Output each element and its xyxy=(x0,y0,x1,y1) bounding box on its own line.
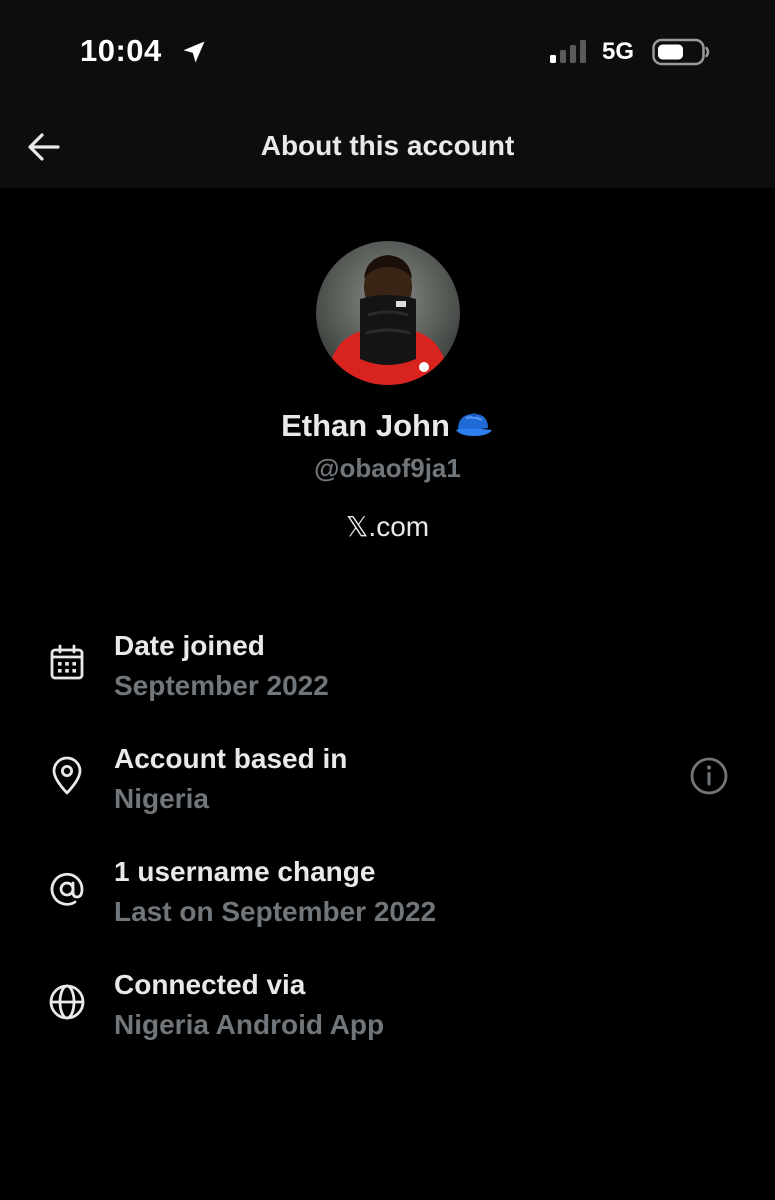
connected-via-label: Connected via xyxy=(114,969,306,1000)
header: About this account xyxy=(0,105,775,188)
network-type: 5G xyxy=(602,38,635,65)
connected-via-value: Nigeria Android App xyxy=(114,1009,385,1040)
username-change-label: 1 username change xyxy=(114,856,376,887)
username-change-item: 1 username change Last on September 2022 xyxy=(0,856,775,956)
display-name: Ethan John xyxy=(281,408,450,443)
display-name-row: Ethan John xyxy=(0,408,775,444)
date-joined-value: September 2022 xyxy=(114,670,329,701)
baseball-cap-icon xyxy=(455,413,492,436)
account-based-in-value: Nigeria xyxy=(114,783,209,814)
calendar-icon xyxy=(50,644,84,680)
date-joined-label: Date joined xyxy=(114,630,265,661)
connected-via-item: Connected via Nigeria Android App xyxy=(0,969,775,1069)
account-based-in-item: Account based in Nigeria xyxy=(0,743,775,843)
globe-icon xyxy=(49,984,85,1020)
location-arrow-icon xyxy=(183,41,205,63)
at-sign-icon xyxy=(50,872,84,906)
info-icon[interactable] xyxy=(688,755,730,797)
date-joined-item: Date joined September 2022 xyxy=(0,630,775,730)
signal-strength-icon xyxy=(550,40,586,63)
page-title: About this account xyxy=(260,130,515,161)
account-based-in-label: Account based in xyxy=(114,743,348,774)
site-link[interactable]: 𝕏.com xyxy=(0,510,775,543)
location-pin-icon xyxy=(52,756,82,795)
status-bar: 10:04 5G xyxy=(0,0,775,105)
battery-icon xyxy=(652,38,710,66)
username-handle: @obaof9ja1 xyxy=(314,453,461,483)
status-time: 10:04 xyxy=(80,33,162,68)
avatar[interactable] xyxy=(316,241,460,385)
username-change-value: Last on September 2022 xyxy=(114,896,437,927)
